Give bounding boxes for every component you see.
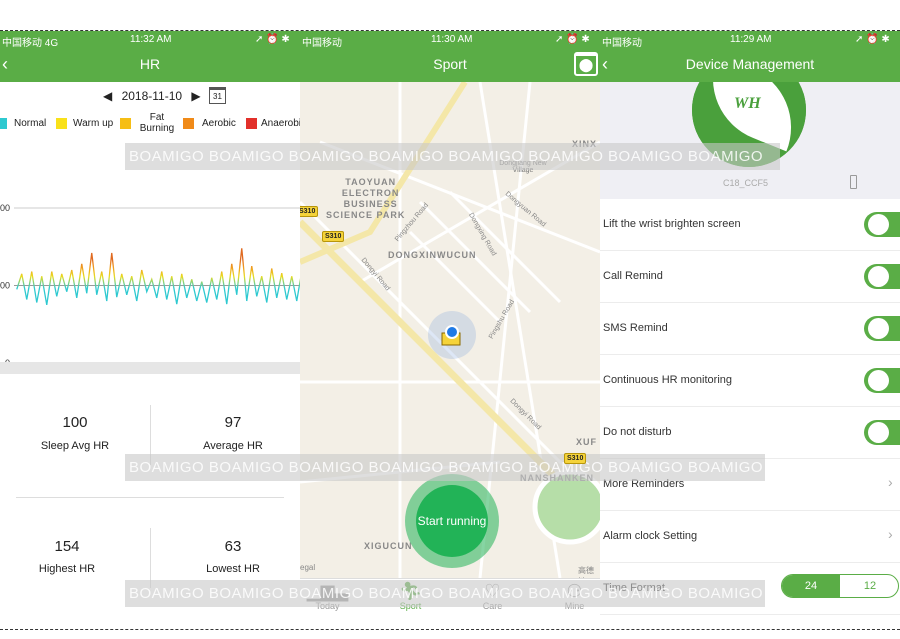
calendar-icon[interactable]: 31	[209, 87, 226, 104]
divider	[16, 497, 284, 498]
header: Sport ⬤	[300, 47, 600, 82]
clock: 11:30 AM	[431, 34, 473, 45]
settings-row: Continuous HR monitoring	[600, 355, 900, 407]
watermark: BOAMIGO BOAMIGO BOAMIGO BOAMIGO BOAMIGO …	[125, 143, 780, 170]
toggle-switch[interactable]	[864, 316, 900, 341]
y-tick-label: 200	[0, 203, 10, 213]
settings-row: Call Remind	[600, 251, 900, 303]
divider	[0, 629, 900, 630]
legend-label: Normal	[14, 118, 47, 129]
stat-value: 97	[224, 414, 242, 431]
map-label: XUF	[576, 437, 597, 447]
legend: Normal Warm up Fat Burning Aerobic Anaer…	[0, 112, 300, 137]
segment-24[interactable]: 24	[782, 575, 840, 597]
map-label: DONGXINWUCUN	[388, 250, 477, 260]
clock: 11:29 AM	[730, 34, 772, 45]
highway-shield: S310	[564, 453, 587, 464]
hr-screen: 中国移动 4G 11:32 AM ➚ ⏰ ✱ ▬ ‹ HR ◀ 2018-11-…	[0, 31, 300, 619]
page-title: Sport	[433, 56, 467, 72]
header: ‹ Device Management	[600, 47, 900, 82]
y-tick-label: 100	[0, 281, 10, 291]
legend-swatch	[56, 118, 67, 129]
header: ‹ HR	[0, 47, 300, 82]
settings-row: Do not disturb	[600, 407, 900, 459]
device-screen: 中国移动 11:29 AM ➚ ⏰ ✱ ▬ WH ‹ Device Manage…	[600, 31, 900, 619]
map-label: TAOYUAN ELECTRON BUSINESS SCIENCE PARK	[326, 177, 406, 220]
settings-row: Lift the wrist brighten screen	[600, 199, 900, 251]
legend-label: Anaerobi	[261, 118, 300, 129]
chevron-right-icon: ›	[888, 474, 893, 490]
row-label: Continuous HR monitoring	[603, 374, 733, 386]
back-icon[interactable]: ‹	[602, 47, 608, 82]
page-title: HR	[139, 56, 161, 72]
status-bar: 中国移动 11:30 AM ➚ ⏰ ✱ ▬	[300, 31, 600, 56]
stat-label: Highest HR	[38, 563, 96, 575]
stat-value: 63	[224, 538, 242, 555]
segment-12[interactable]: 12	[840, 575, 898, 597]
legend-swatch	[183, 118, 194, 129]
settings-row[interactable]: Alarm clock Setting ›	[600, 511, 900, 563]
clock: 11:32 AM	[130, 34, 172, 45]
device-name: C18_CCF5	[723, 178, 769, 188]
back-icon[interactable]: ‹	[2, 47, 8, 82]
highway-shield: S310	[322, 231, 345, 242]
row-label: Alarm clock Setting	[603, 530, 698, 542]
watermark: BOAMIGO BOAMIGO BOAMIGO BOAMIGO BOAMIGO …	[125, 580, 765, 607]
chevron-right-icon: ›	[888, 526, 893, 542]
stat-label: Lowest HR	[206, 563, 260, 575]
hr-series-line	[16, 248, 300, 305]
divider	[150, 528, 151, 588]
legend-swatch	[120, 118, 131, 129]
status-bar: 中国移动 11:29 AM ➚ ⏰ ✱ ▬	[600, 31, 900, 56]
calendar-location-icon[interactable]: ⬤	[574, 52, 598, 76]
start-running-label: Start running	[417, 514, 487, 528]
page-title: Device Management	[685, 56, 815, 72]
legend-swatch	[0, 118, 7, 129]
toggle-switch[interactable]	[864, 368, 900, 393]
date-selector: ◀ 2018-11-10 ▶	[103, 89, 201, 103]
toggle-switch[interactable]	[864, 212, 900, 237]
legend-label: Aerobic	[202, 118, 236, 129]
map-label: XIGUCUN	[364, 541, 413, 551]
next-date-icon[interactable]: ▶	[191, 89, 200, 103]
date-label: 2018-11-10	[121, 89, 183, 103]
start-running-button[interactable]: Start running	[405, 474, 499, 568]
highway-shield: S310	[300, 206, 319, 217]
row-label: Do not disturb	[603, 426, 672, 438]
legend-label: Warm up	[73, 118, 114, 129]
stat-value: 154	[54, 538, 80, 555]
time-format-segment: 24 12	[781, 574, 899, 598]
sport-screen: 中国移动 11:30 AM ➚ ⏰ ✱ ▬ Sport ⬤ TAOYUANELE…	[300, 31, 600, 619]
stat-value: 100	[62, 414, 88, 431]
stat-label: Sleep Avg HR	[40, 440, 110, 452]
legend-label: Fat Burning	[139, 112, 175, 134]
status-bar: 中国移动 4G 11:32 AM ➚ ⏰ ✱ ▬	[0, 31, 300, 56]
row-label: Call Remind	[603, 270, 663, 282]
toggle-switch[interactable]	[864, 264, 900, 289]
separator	[0, 362, 300, 374]
battery-icon	[850, 175, 857, 189]
toggle-switch[interactable]	[864, 420, 900, 445]
legal-link[interactable]: egal	[300, 563, 315, 572]
legend-swatch	[246, 118, 257, 129]
row-label: SMS Remind	[603, 322, 668, 334]
settings-row: SMS Remind	[600, 303, 900, 355]
prev-date-icon[interactable]: ◀	[103, 89, 112, 103]
watermark: BOAMIGO BOAMIGO BOAMIGO BOAMIGO BOAMIGO …	[125, 454, 765, 481]
row-label: Lift the wrist brighten screen	[603, 218, 741, 230]
hr-chart: 200100004:1008:2012:3016:4020:50	[0, 203, 300, 365]
stat-label: Average HR	[203, 440, 263, 452]
